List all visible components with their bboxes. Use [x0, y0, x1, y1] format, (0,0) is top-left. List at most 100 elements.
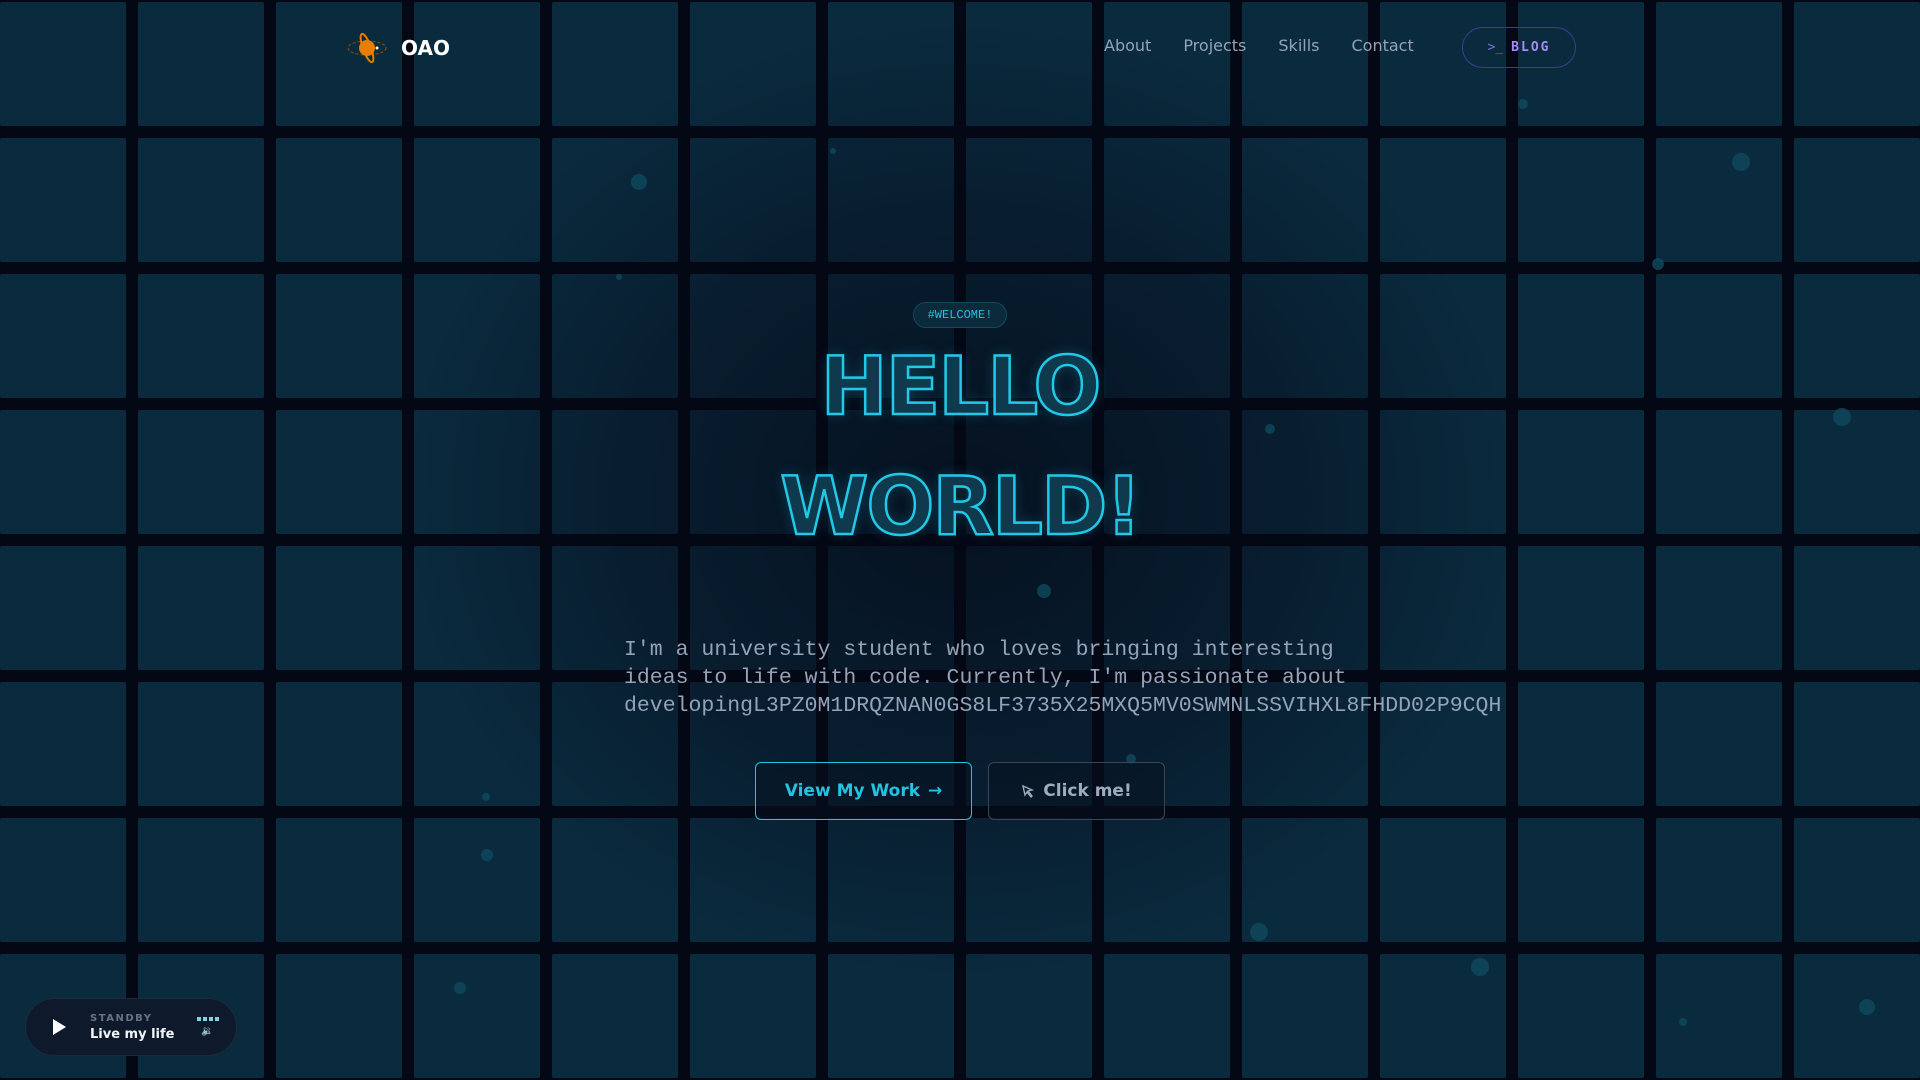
grid-cell [690, 954, 816, 1078]
grid-cell [1794, 546, 1920, 670]
grid-cell [0, 818, 126, 942]
grid-cell [276, 682, 402, 806]
particle [1518, 99, 1528, 109]
particle [1471, 958, 1489, 976]
particle [830, 148, 836, 154]
grid-cell [1104, 138, 1230, 262]
site-header: OAO About Projects Skills Contact >_ BLO… [0, 0, 1920, 95]
nav-about[interactable]: About [1104, 36, 1151, 55]
grid-cell [966, 954, 1092, 1078]
player-status: STANDBY [90, 1012, 153, 1024]
particle [631, 174, 647, 190]
grid-cell [414, 138, 540, 262]
particle [481, 849, 493, 861]
grid-cell [1242, 954, 1368, 1078]
grid-cell [414, 818, 540, 942]
description-line: I'm a university student who loves bring… [624, 638, 1334, 662]
grid-cell [1794, 138, 1920, 262]
volume-icon[interactable]: 🔉 [201, 1026, 213, 1037]
click-me-label: Click me! [1043, 781, 1132, 801]
view-my-work-label: View My Work [784, 781, 921, 801]
planet-logo-icon [347, 32, 387, 64]
grid-cell [828, 818, 954, 942]
grid-cell [276, 546, 402, 670]
particle [454, 982, 466, 994]
logo-text: OAO [401, 36, 450, 60]
grid-cell [138, 682, 264, 806]
grid-cell [552, 138, 678, 262]
grid-cell [966, 818, 1092, 942]
grid-cell [1518, 138, 1644, 262]
grid-cell [0, 138, 126, 262]
grid-cell [828, 138, 954, 262]
terminal-prompt-icon: >_ [1487, 40, 1504, 55]
grid-cell [276, 818, 402, 942]
grid-cell [1380, 138, 1506, 262]
particle [482, 793, 490, 801]
nav-projects[interactable]: Projects [1183, 36, 1246, 55]
logo[interactable]: OAO [345, 26, 450, 70]
hero-title-line2: WORLD! [779, 459, 1143, 555]
view-my-work-button[interactable]: View My Work → [755, 762, 972, 820]
grid-cell [1656, 138, 1782, 262]
grid-cell [1104, 818, 1230, 942]
particle [616, 274, 622, 280]
nav-contact[interactable]: Contact [1351, 36, 1413, 55]
hero-description: I'm a university student who loves bring… [624, 636, 1502, 720]
grid-cell [276, 954, 402, 1078]
grid-cell [1380, 818, 1506, 942]
arrow-right-icon: → [928, 781, 943, 801]
grid-cell [1794, 682, 1920, 806]
grid-cell [1104, 954, 1230, 1078]
grid-cell [138, 138, 264, 262]
grid-cell [1794, 954, 1920, 1078]
main-nav: About Projects Skills Contact [1104, 36, 1414, 55]
hero-title-line1: HELLO [819, 339, 1102, 435]
music-player: STANDBY Live my life 🔉 [25, 998, 237, 1056]
grid-cell [138, 818, 264, 942]
grid-cell [414, 954, 540, 1078]
grid-cell [1656, 682, 1782, 806]
grid-cell [0, 546, 126, 670]
grid-cell [138, 546, 264, 670]
particle [1652, 258, 1664, 270]
particle [1859, 999, 1875, 1015]
blog-button[interactable]: >_ BLOG [1462, 27, 1576, 68]
equalizer-icon [196, 1017, 219, 1021]
description-line: developingL3PZ0M1DRQZNAN0GS8LF3735X25MXQ… [624, 694, 1502, 718]
grid-cell [1518, 682, 1644, 806]
play-icon [53, 1019, 66, 1035]
play-button[interactable] [48, 1016, 70, 1038]
nav-skills[interactable]: Skills [1278, 36, 1319, 55]
track-title: Live my life [90, 1026, 175, 1042]
particle [1732, 153, 1750, 171]
grid-cell [690, 818, 816, 942]
grid-cell [1380, 546, 1506, 670]
click-me-button[interactable]: Click me! [988, 762, 1165, 820]
grid-cell [1656, 954, 1782, 1078]
grid-cell [1518, 818, 1644, 942]
grid-cell [276, 138, 402, 262]
grid-cell [1794, 818, 1920, 942]
cursor-icon [1022, 784, 1035, 798]
grid-cell [966, 138, 1092, 262]
grid-cell [1518, 954, 1644, 1078]
welcome-badge: #WELCOME! [913, 302, 1007, 328]
particle [1037, 584, 1051, 598]
grid-cell [1380, 954, 1506, 1078]
grid-cell [414, 682, 540, 806]
blog-label: BLOG [1511, 40, 1551, 55]
grid-cell [1242, 138, 1368, 262]
grid-cell [690, 138, 816, 262]
grid-cell [1656, 546, 1782, 670]
particle [1679, 1018, 1687, 1026]
grid-cell [1518, 546, 1644, 670]
grid-cell [552, 818, 678, 942]
grid-cell [552, 954, 678, 1078]
grid-cell [1656, 818, 1782, 942]
particle [1250, 923, 1268, 941]
description-line: ideas to life with code. Currently, I'm … [624, 666, 1347, 690]
grid-cell [828, 954, 954, 1078]
grid-cell [0, 682, 126, 806]
grid-cell [414, 546, 540, 670]
